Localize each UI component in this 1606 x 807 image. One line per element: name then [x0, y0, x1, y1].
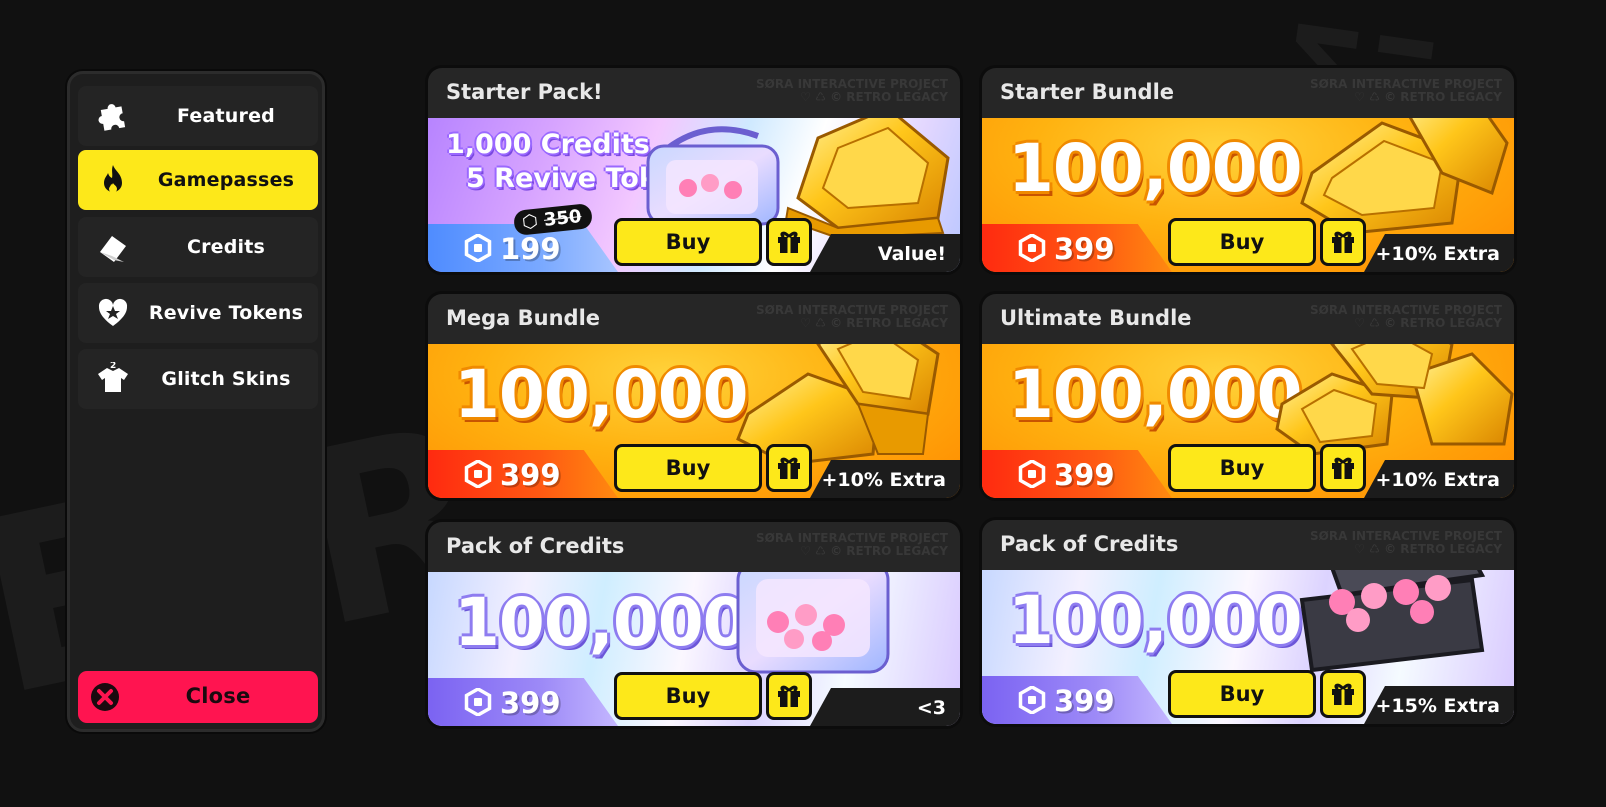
- robux-icon: [1018, 234, 1046, 262]
- offer-tag: <3: [810, 688, 960, 726]
- price-bar: 399: [982, 450, 1172, 498]
- card-banner: 100,000 399 Buy +15% Extra: [982, 570, 1514, 724]
- robux-icon: ⬡: [521, 210, 539, 234]
- credit-amount: 100,000: [1008, 356, 1303, 433]
- price-value: 199: [500, 232, 561, 266]
- watermark-text: SØRA INTERACTIVE PROJECT ♡ ♺ © RETRO LEGA…: [1310, 303, 1502, 330]
- robux-icon: [1018, 460, 1046, 488]
- gift-button[interactable]: [766, 444, 812, 492]
- close-button[interactable]: Close: [78, 671, 318, 723]
- credit-amount: 100,000: [1008, 130, 1303, 207]
- buy-button[interactable]: Buy: [1168, 218, 1316, 266]
- gift-button[interactable]: [1320, 218, 1366, 266]
- offer-tag: +10% Extra: [810, 460, 960, 498]
- svg-text:2: 2: [110, 362, 116, 371]
- card-title: Starter Bundle: [1000, 80, 1175, 104]
- card-banner: 100,000 399 Buy +10% Extra: [982, 344, 1514, 498]
- offer-tag: +15% Extra: [1364, 686, 1514, 724]
- credits-icon: [100, 236, 126, 262]
- close-icon: [91, 683, 119, 711]
- card-title: Mega Bundle: [446, 306, 601, 330]
- category-sidebar: Featured Gamepasses Credits Revive Token…: [67, 71, 325, 732]
- close-label: Close: [185, 684, 251, 708]
- product-card-mega-bundle: Mega Bundle SØRA INTERACTIVE PROJECT ♡ ♺ …: [428, 294, 960, 498]
- card-title: Ultimate Bundle: [1000, 306, 1192, 330]
- offer-tag: +10% Extra: [1364, 460, 1514, 498]
- gift-icon: [1332, 683, 1354, 705]
- watermark-text: SØRA INTERACTIVE PROJECT ♡ ♺ © RETRO LEGA…: [756, 531, 948, 558]
- price-value: 399: [500, 458, 561, 492]
- card-title: Starter Pack!: [446, 80, 603, 104]
- card-banner: 100,000 399 Buy +10% Extra: [428, 344, 960, 498]
- gift-icon: [778, 231, 800, 253]
- bag-illustration: [736, 572, 890, 674]
- buy-button[interactable]: Buy: [1168, 444, 1316, 492]
- product-card-ultimate-bundle: Ultimate Bundle SØRA INTERACTIVE PROJECT…: [982, 294, 1514, 498]
- gift-button[interactable]: [766, 672, 812, 720]
- gift-button[interactable]: [1320, 670, 1366, 718]
- sidebar-item-featured[interactable]: Featured: [78, 86, 318, 146]
- price-value: 399: [1054, 684, 1115, 718]
- credit-amount: 100,000: [454, 584, 749, 661]
- gift-icon: [1332, 457, 1354, 479]
- sidebar-item-glitch-skins[interactable]: 2 Glitch Skins: [78, 349, 318, 409]
- product-card-starter-bundle: Starter Bundle SØRA INTERACTIVE PROJECT ♡…: [982, 68, 1514, 272]
- flame-icon: [104, 165, 122, 193]
- watermark-text: SØRA INTERACTIVE PROJECT ♡ ♺ © RETRO LEGA…: [1310, 529, 1502, 556]
- puzzle-icon: [98, 104, 126, 131]
- robux-icon: [464, 234, 492, 262]
- gift-icon: [1332, 231, 1354, 253]
- watermark-text: SØRA INTERACTIVE PROJECT ♡ ♺ © RETRO LEGA…: [756, 303, 948, 330]
- shirt-icon: 2: [98, 362, 128, 392]
- heart-icon: [98, 298, 128, 326]
- sidebar-item-revive-tokens[interactable]: Revive Tokens: [78, 283, 318, 343]
- sidebar-item-label: Revive Tokens: [148, 302, 304, 324]
- sidebar-item-label: Credits: [186, 236, 266, 258]
- watermark-text: SØRA INTERACTIVE PROJECT ♡ ♺ © RETRO LEGA…: [1310, 77, 1502, 104]
- card-banner: 1,000 Credits 5 Revive Tokens 199 ⬡ 350 …: [428, 118, 960, 272]
- price-bar: 399: [428, 450, 618, 498]
- offer-tag: +10% Extra: [1364, 234, 1514, 272]
- gift-button[interactable]: [1320, 444, 1366, 492]
- gift-icon: [778, 457, 800, 479]
- watermark-text: SØRA INTERACTIVE PROJECT ♡ ♺ © RETRO LEGA…: [756, 77, 948, 104]
- sidebar-item-label: Glitch Skins: [161, 368, 291, 390]
- price-bar: 399: [428, 678, 618, 726]
- price-bar: 399: [982, 676, 1172, 724]
- card-title: Pack of Credits: [446, 534, 625, 558]
- product-card-pack-of-credits-chest: Pack of Credits SØRA INTERACTIVE PROJECT…: [982, 520, 1514, 724]
- sidebar-item-label: Featured: [177, 105, 275, 127]
- price-value: 399: [500, 686, 561, 720]
- sidebar-item-label: Gamepasses: [157, 169, 295, 191]
- gift-button[interactable]: [766, 218, 812, 266]
- gift-icon: [778, 685, 800, 707]
- price-bar: 399: [982, 224, 1172, 272]
- credit-amount: 100,000: [1008, 582, 1303, 659]
- old-price-value: 350: [542, 206, 583, 231]
- card-banner: 100,000 399 Buy <3: [428, 572, 960, 726]
- robux-icon: [464, 688, 492, 716]
- card-title: Pack of Credits: [1000, 532, 1179, 556]
- credit-amount: 100,000: [454, 356, 749, 433]
- bag-illustration: [646, 126, 780, 226]
- robux-icon: [1018, 686, 1046, 714]
- product-card-pack-of-credits-bag: Pack of Credits SØRA INTERACTIVE PROJECT…: [428, 522, 960, 726]
- offer-tag: Value!: [810, 234, 960, 272]
- buy-button[interactable]: Buy: [614, 218, 762, 266]
- product-card-starter-pack: Starter Pack! SØRA INTERACTIVE PROJECT ♡ …: [428, 68, 960, 272]
- price-value: 399: [1054, 458, 1115, 492]
- buy-button[interactable]: Buy: [1168, 670, 1316, 718]
- sidebar-item-credits[interactable]: Credits: [78, 217, 318, 277]
- robux-icon: [464, 460, 492, 488]
- sidebar-item-gamepasses[interactable]: Gamepasses: [78, 150, 318, 210]
- buy-button[interactable]: Buy: [614, 444, 762, 492]
- price-value: 399: [1054, 232, 1115, 266]
- card-banner: 100,000 399 Buy +10% Extra: [982, 118, 1514, 272]
- buy-button[interactable]: Buy: [614, 672, 762, 720]
